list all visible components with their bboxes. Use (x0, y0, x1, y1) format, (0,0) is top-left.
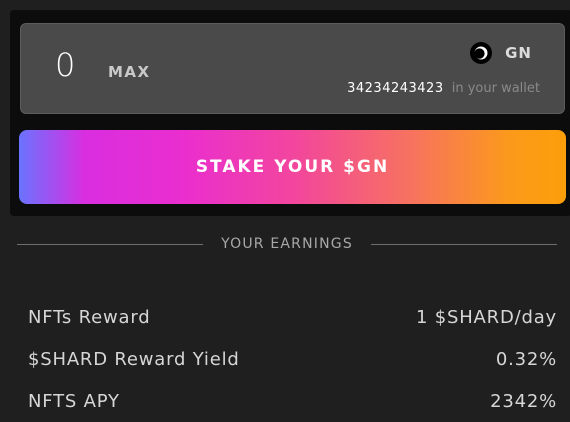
token-selector: GN (470, 42, 532, 64)
stat-value: 2342% (490, 390, 557, 412)
stat-label: $SHARD Reward Yield (28, 348, 240, 370)
stat-label: NFTS APY (28, 390, 120, 412)
stat-row-nfts-reward: NFTs Reward 1 $SHARD/day (28, 296, 557, 338)
stat-label: NFTs Reward (28, 306, 151, 328)
divider-right (370, 243, 558, 245)
stat-value: 0.32% (495, 348, 557, 370)
wallet-balance-suffix: in your wallet (451, 81, 540, 96)
stake-amount-card: 0 MAX GN 34234243423 in your wallet (20, 23, 565, 114)
divider-left (17, 243, 204, 245)
stat-row-shard-yield: $SHARD Reward Yield 0.32% (28, 338, 557, 380)
earnings-title: YOUR EARNINGS (221, 236, 353, 252)
stake-amount-input[interactable]: 0 (55, 46, 76, 84)
earnings-header: YOUR EARNINGS (17, 236, 558, 252)
stat-row-nfts-apy: NFTS APY 2342% (28, 380, 557, 422)
wallet-balance: 34234243423 (347, 81, 444, 96)
token-symbol: GN (505, 44, 532, 62)
wallet-balance-line: 34234243423 in your wallet (347, 81, 540, 96)
stake-button[interactable]: STAKE YOUR $GN (19, 130, 566, 204)
earnings-stats: NFTs Reward 1 $SHARD/day $SHARD Reward Y… (28, 296, 557, 422)
stat-value: 1 $SHARD/day (415, 306, 557, 328)
max-button[interactable]: MAX (108, 63, 151, 81)
gn-token-icon (470, 42, 493, 64)
